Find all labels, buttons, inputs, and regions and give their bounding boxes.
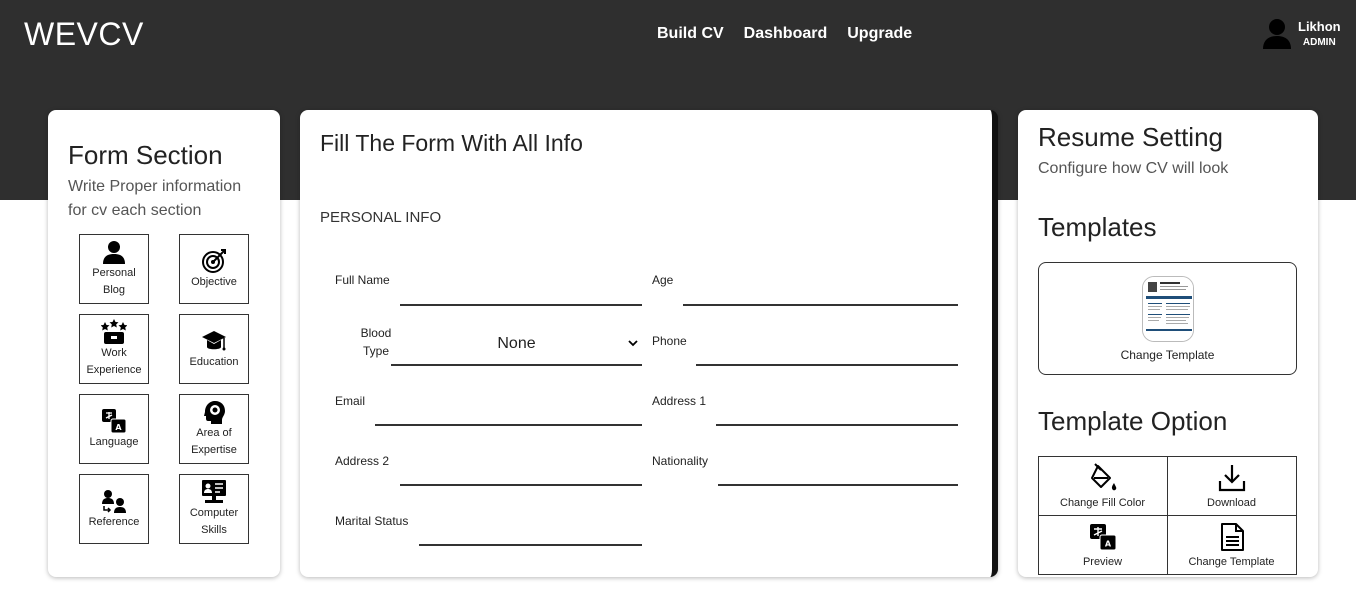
full-name-input[interactable] — [400, 286, 642, 306]
option-label: Download — [1207, 496, 1256, 509]
marital-status-input[interactable] — [419, 526, 642, 546]
main-nav: Build CV Dashboard Upgrade — [657, 25, 912, 43]
address2-label: Address 2 — [335, 454, 390, 468]
blood-type-select[interactable]: None — [391, 324, 642, 366]
email-label: Email — [335, 394, 366, 408]
section-button-label: Area of Expertise — [191, 427, 237, 456]
resume-setting-subtitle: Configure how CV will look — [1038, 160, 1229, 177]
download-icon — [1218, 464, 1245, 491]
section-button-language[interactable]: A Language — [79, 394, 149, 464]
section-button-area-of-expertise[interactable]: Area of Expertise — [179, 394, 249, 464]
age-label: Age — [652, 273, 674, 287]
translate-icon: A — [102, 408, 127, 433]
svg-text:A: A — [1104, 539, 1111, 548]
option-label: Change Fill Color — [1060, 496, 1145, 509]
address2-input[interactable] — [400, 466, 642, 486]
form-section-subtitle: Write Proper information for cv each sec… — [68, 178, 242, 219]
translate-icon: A — [1089, 523, 1116, 550]
graduation-cap-icon — [202, 330, 226, 350]
section-button-label: Reference — [88, 515, 140, 528]
resume-setting-card: Resume Setting Configure how CV will loo… — [1018, 110, 1318, 577]
age-field: Age — [652, 273, 673, 287]
change-template-label: Change Template — [1120, 348, 1215, 362]
section-button-label: Education — [189, 355, 239, 368]
option-label: Preview — [1082, 555, 1123, 568]
section-button-label: Computer Skills — [189, 507, 239, 536]
section-button-objective[interactable]: Objective — [179, 234, 249, 304]
nav-upgrade[interactable]: Upgrade — [847, 25, 912, 43]
brand-logo[interactable]: WEVCV — [24, 16, 144, 53]
user-name: Likhon — [1298, 18, 1341, 34]
section-button-label: Language — [89, 435, 139, 448]
personal-info-heading: PERSONAL INFO — [320, 209, 442, 226]
blood-type-value: None — [497, 335, 536, 352]
target-icon — [202, 248, 226, 273]
nationality-label: Nationality — [652, 454, 709, 468]
head-gear-icon — [204, 401, 225, 424]
chevron-down-icon — [628, 340, 638, 347]
nationality-input[interactable] — [718, 466, 958, 486]
section-button-work-experience[interactable]: Work Experience — [79, 314, 149, 384]
briefcase-icon — [101, 319, 127, 344]
resume-setting-title: Resume Setting — [1038, 122, 1223, 152]
section-button-label: Objective — [191, 275, 237, 288]
age-input[interactable] — [683, 286, 958, 306]
address1-label: Address 1 — [652, 394, 707, 408]
user-menu[interactable]: Likhon ADMIN — [1262, 18, 1341, 50]
full-name-field: Full Name — [335, 273, 390, 307]
form-title: Fill The Form With All Info — [320, 130, 583, 156]
template-option-title: Template Option — [1038, 406, 1228, 436]
template-thumbnail — [1142, 276, 1194, 342]
change-fill-color-button[interactable]: Change Fill Color — [1037, 455, 1168, 516]
address1-input[interactable] — [716, 406, 958, 426]
full-name-label: Full Name — [335, 273, 390, 287]
section-button-personal-blog[interactable]: Personal Blog — [79, 234, 149, 304]
download-button[interactable]: Download — [1166, 455, 1297, 516]
svg-text:A: A — [115, 423, 122, 432]
preview-button[interactable]: A Preview — [1037, 514, 1168, 575]
people-icon — [102, 489, 126, 513]
templates-title: Templates — [1038, 212, 1157, 242]
form-section-title: Form Section — [68, 140, 223, 170]
change-template-card[interactable]: Change Template — [1038, 262, 1297, 375]
form-card: Fill The Form With All Info PERSONAL INF… — [300, 110, 998, 577]
email-input[interactable] — [375, 406, 642, 426]
user-avatar-icon — [1263, 19, 1291, 49]
phone-label: Phone — [652, 334, 687, 348]
section-button-computer-skills[interactable]: Computer Skills — [179, 474, 249, 544]
document-icon — [1220, 522, 1244, 551]
section-button-education[interactable]: Education — [179, 314, 249, 384]
phone-input[interactable] — [696, 346, 958, 366]
nav-build-cv[interactable]: Build CV — [657, 25, 724, 43]
paint-bucket-icon — [1090, 462, 1116, 490]
computer-icon — [202, 480, 226, 503]
section-buttons-grid: Personal Blog Objective Work Experience … — [79, 234, 249, 544]
form-section-card: Form Section Write Proper information fo… — [48, 110, 280, 577]
marital-status-label: Marital Status — [335, 514, 409, 528]
option-label: Change Template — [1188, 555, 1275, 568]
section-button-label: Work Experience — [86, 347, 142, 376]
user-info: Likhon ADMIN — [1298, 18, 1341, 49]
change-template-button[interactable]: Change Template — [1166, 514, 1297, 575]
section-button-label: Personal Blog — [92, 267, 136, 296]
nav-dashboard[interactable]: Dashboard — [744, 25, 828, 43]
template-options-grid: Change Fill Color Download A Preview Cha… — [1037, 455, 1297, 575]
section-button-reference[interactable]: Reference — [79, 474, 149, 544]
person-icon — [103, 241, 125, 264]
blood-type-label: Blood Type — [360, 326, 392, 358]
user-role: ADMIN — [1302, 37, 1336, 49]
